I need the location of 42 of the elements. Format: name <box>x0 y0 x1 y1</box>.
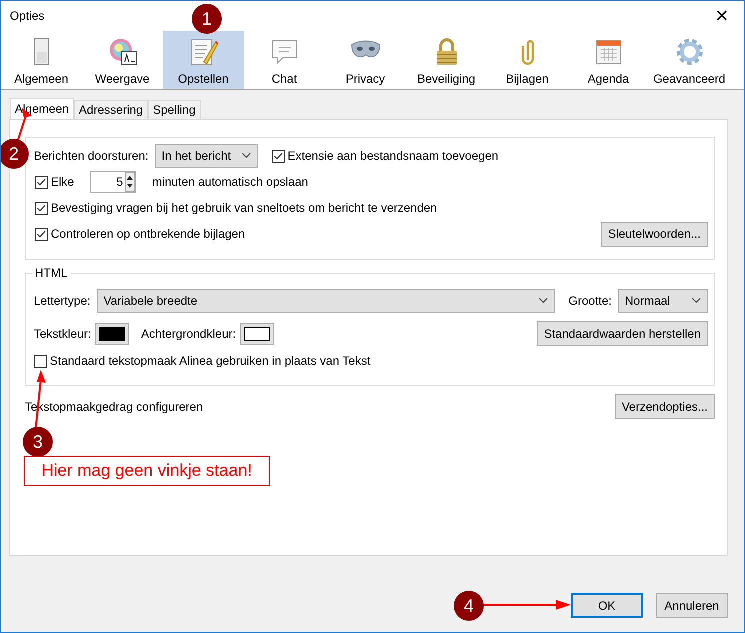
checkbox[interactable] <box>272 150 285 162</box>
tab[interactable]: Algemeen <box>10 98 74 119</box>
paperclip-icon <box>520 38 534 66</box>
chevron-down-icon <box>538 298 548 304</box>
send-options-button[interactable]: Verzendopties... <box>614 394 715 419</box>
step-badge: 2 <box>1 139 29 169</box>
toolbar-tab[interactable]: Opstellen <box>163 31 244 89</box>
tab[interactable]: Spelling <box>148 100 201 119</box>
chevron-down-icon <box>242 153 251 159</box>
unit-label: minuten automatisch opslaan <box>152 175 308 189</box>
number-spinner[interactable]: 5 <box>90 171 136 193</box>
field-label: Grootte: <box>568 294 612 308</box>
checkbox-label: Bevestiging vragen bij het gebruik van sneltoets om bericht te verzenden <box>51 201 438 215</box>
dialog-button[interactable]: Annuleren <box>656 593 728 618</box>
dialog-button[interactable]: OK <box>571 593 643 618</box>
checkbox[interactable] <box>35 202 48 214</box>
spinner-arrows-icon <box>125 172 136 192</box>
step-badge: 4 <box>454 591 484 621</box>
close-button[interactable]: × <box>700 1 744 31</box>
checkbox-label: Standaard tekstopmaak Alinea gebruiken in plaats van Tekst <box>50 354 371 368</box>
checkbox[interactable] <box>34 354 47 368</box>
forward-dropdown[interactable]: In het bericht <box>154 144 258 168</box>
field-label: Berichten doorsturen: <box>34 149 149 163</box>
tab[interactable]: Adressering <box>74 100 148 119</box>
font-dropdown[interactable]: Variabele breedte <box>96 289 555 313</box>
field-label: Tekstkleur: <box>34 326 92 340</box>
callout-note: Hier mag geen vinkje staan! <box>24 456 270 486</box>
group-title: HTML <box>32 266 71 280</box>
checkbox[interactable] <box>35 228 48 240</box>
color-picker[interactable] <box>240 322 274 344</box>
window-title: Opties <box>10 9 45 23</box>
size-dropdown[interactable]: Normaal <box>618 289 708 313</box>
checkbox-label: Controleren op ontbrekende bijlagen <box>51 227 246 241</box>
chevron-down-icon <box>692 298 701 304</box>
checkbox[interactable] <box>35 176 48 188</box>
field-label: Achtergrondkleur: <box>141 326 236 340</box>
color-picker[interactable] <box>95 322 130 344</box>
checkbox-label: Extensie aan bestandsnaam toevoegen <box>288 149 499 163</box>
checkbox-label: Elke <box>51 175 74 189</box>
field-label: Lettertype: <box>34 294 91 308</box>
restore-defaults-button[interactable]: Standaardwaarden herstellen <box>537 321 708 346</box>
keywords-button[interactable]: Sleutelwoorden... <box>601 222 708 246</box>
